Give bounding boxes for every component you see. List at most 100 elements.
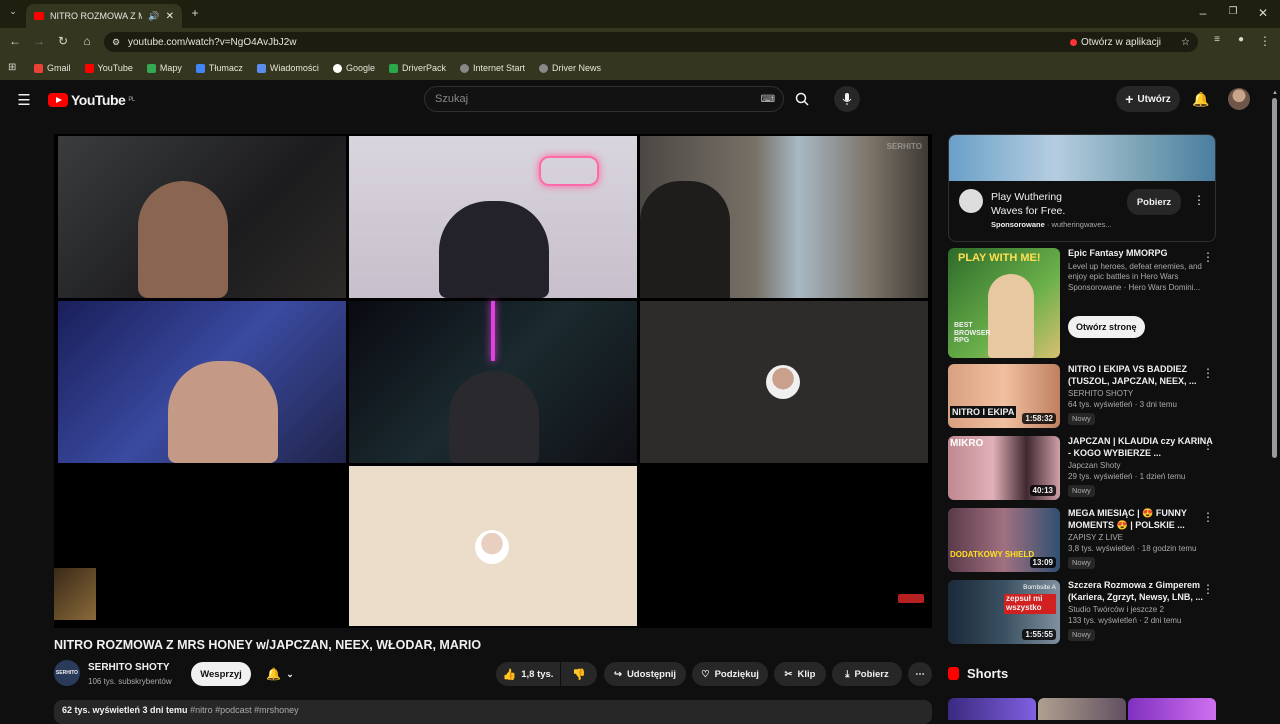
recommendation-item[interactable]: PLAY WITH ME! BEST BROWSER RPG Epic Fant… — [948, 248, 1216, 358]
open-page-button[interactable]: Otwórz stronę — [1068, 316, 1145, 339]
video-thumbnail[interactable]: DODATKOWY SHIELD 13:09 — [948, 508, 1060, 572]
recommendation-meta: 29 tys. wyświetleń · 1 dzień temu — [1068, 472, 1186, 482]
bookmark-driver-news[interactable]: Driver News — [539, 63, 601, 73]
more-actions-button[interactable]: ⋯ — [908, 662, 932, 686]
youtube-logo[interactable]: YouTube PL — [48, 92, 135, 108]
video-thumbnail[interactable]: Bombsite A zepsuł mi wszystko 1:55:55 — [948, 580, 1060, 644]
dislike-button[interactable]: 👎 — [561, 662, 597, 686]
bookmark-news[interactable]: Wiadomości — [256, 63, 319, 73]
more-vertical-icon[interactable]: ⋮ — [1193, 193, 1205, 207]
create-button[interactable]: + Utwórz — [1116, 86, 1180, 112]
voice-search-button[interactable] — [834, 86, 860, 112]
forward-icon[interactable]: → — [32, 34, 46, 48]
scrollbar-up-icon[interactable]: ▲ — [1272, 90, 1278, 96]
close-window-icon[interactable]: ✕ — [1256, 6, 1270, 20]
clip-button[interactable]: ✂ Klip — [774, 662, 826, 686]
bookmark-star-icon[interactable]: ☆ — [1181, 37, 1190, 48]
reload-icon[interactable]: ↻ — [56, 34, 70, 48]
video-thumbnail[interactable]: NITRO I EKIPA 1:58:32 — [948, 364, 1060, 428]
bookmark-internet-start[interactable]: Internet Start — [459, 63, 525, 73]
search-button[interactable] — [789, 86, 815, 112]
apps-icon[interactable]: ⊞ — [8, 62, 16, 73]
translate-icon — [195, 63, 205, 73]
video-thumbnail[interactable]: MIKRO 40:13 — [948, 436, 1060, 500]
more-vertical-icon[interactable]: ⋮ — [1202, 438, 1214, 452]
recommendation-info: Epic Fantasy MMORPG Level up heroes, def… — [1068, 248, 1216, 358]
bookmark-label: Tłumacz — [208, 63, 243, 73]
channel-name[interactable]: SERHITO SHOTY — [88, 662, 170, 673]
recommendation-title: NITRO I EKIPA VS BADDIEZ (TUSZOL, JAPCZA… — [1068, 364, 1197, 386]
bookmark-google[interactable]: Google — [332, 63, 375, 73]
address-bar[interactable]: ⚙ youtube.com/watch?v=NgO4AvJbJ2w Otwórz… — [104, 32, 1198, 52]
description-box[interactable]: 62 tys. wyświetleń 3 dni temu #nitro #po… — [54, 700, 932, 724]
home-icon[interactable]: ⌂ — [80, 34, 94, 48]
share-button[interactable]: ↪ Udostępnij — [604, 662, 686, 686]
recommendation-channel[interactable]: ZAPISY Z LIVE — [1068, 533, 1216, 544]
bookmark-translate[interactable]: Tłumacz — [195, 63, 243, 73]
notifications-bell-icon[interactable]: 🔔 — [1192, 91, 1209, 108]
site-info-icon[interactable]: ⚙ — [112, 37, 120, 48]
recommendation-channel[interactable]: Studio Twórców i jeszcze 2 — [1068, 605, 1216, 616]
scrollbar-thumb[interactable] — [1272, 98, 1277, 458]
new-badge: Nowy — [1068, 628, 1095, 642]
ad-download-button[interactable]: Pobierz — [1127, 189, 1181, 215]
account-avatar[interactable] — [1228, 88, 1250, 110]
hamburger-menu-icon[interactable]: ☰ — [16, 91, 32, 109]
profile-icon[interactable]: ● — [1234, 34, 1248, 45]
bookmark-youtube[interactable]: YouTube — [84, 63, 133, 73]
video-duration: 1:58:32 — [1022, 413, 1056, 424]
url-text: youtube.com/watch?v=NgO4AvJbJ2w — [128, 36, 297, 48]
scissors-icon: ✂ — [784, 668, 793, 680]
thumb-caption: PLAY WITH ME! — [958, 252, 1041, 264]
recommendation-channel[interactable]: Japczan Shoty — [1068, 461, 1216, 472]
bookmark-label: Driver News — [552, 63, 602, 73]
bookmark-maps[interactable]: Mapy — [146, 63, 182, 73]
audio-icon[interactable]: 🔊 — [148, 11, 159, 22]
support-button[interactable]: Wesprzyj — [191, 662, 251, 686]
recommendation-item[interactable]: Bombsite A zepsuł mi wszystko 1:55:55 Sz… — [948, 580, 1216, 644]
more-vertical-icon[interactable]: ⋮ — [1202, 366, 1214, 380]
video-player[interactable]: SERHITO — [54, 134, 932, 628]
new-tab-icon[interactable]: + — [188, 6, 202, 20]
tab-close-icon[interactable]: ✕ — [166, 11, 174, 22]
recommendation-item[interactable]: MIKRO 40:13 JAPCZAN | KLAUDIA czy KARINA… — [948, 436, 1216, 500]
shorts-heading[interactable]: Shorts — [948, 666, 1008, 681]
search-input[interactable]: Szukaj ⌨ — [424, 86, 784, 112]
recommendation-item[interactable]: NITRO I EKIPA 1:58:32 NITRO I EKIPA VS B… — [948, 364, 1216, 428]
bookmark-driverpack[interactable]: DriverPack — [388, 63, 446, 73]
thumb-caption: NITRO I EKIPA — [950, 406, 1017, 418]
download-button[interactable]: ⤓ Pobierz — [832, 662, 902, 686]
tab-search-icon[interactable]: ⌄ — [4, 6, 22, 22]
ad-domain: wutheringwaves... — [1051, 220, 1112, 229]
subscribed-notifications-button[interactable]: 🔔 ⌄ — [256, 662, 304, 686]
bookmark-gmail[interactable]: Gmail — [34, 63, 71, 73]
recommendation-item[interactable]: DODATKOWY SHIELD 13:09 MEGA MIESIĄC | 😍 … — [948, 508, 1216, 572]
open-in-app-button[interactable]: Otwórz w aplikacji — [1070, 37, 1161, 48]
more-vertical-icon[interactable]: ⋮ — [1202, 510, 1214, 524]
streamer-figure — [439, 201, 549, 298]
active-tab[interactable]: NITRO ROZMOWA Z MRS H 🔊 ✕ — [26, 4, 182, 28]
like-button[interactable]: 👍 1,8 tys. — [496, 662, 560, 686]
youtube-button-icon[interactable] — [898, 594, 924, 603]
hashtags[interactable]: #nitro #podcast #mrshoney — [190, 705, 299, 715]
keyboard-icon[interactable]: ⌨ — [761, 94, 775, 105]
minimize-icon[interactable]: – — [1196, 6, 1210, 20]
sponsored-label: Sponsorowane — [991, 220, 1045, 229]
shorts-thumbnail[interactable] — [1128, 698, 1216, 720]
shorts-thumbnail[interactable] — [948, 698, 1036, 720]
shorts-thumbnail[interactable] — [1038, 698, 1126, 720]
recommendation-info: MEGA MIESIĄC | 😍 FUNNY MOMENTS 😍 | POLSK… — [1068, 508, 1216, 572]
back-icon[interactable]: ← — [8, 34, 22, 48]
menu-icon[interactable]: ⋮ — [1258, 34, 1272, 48]
maximize-icon[interactable]: ❐ — [1226, 6, 1240, 17]
video-thumbnail[interactable]: PLAY WITH ME! BEST BROWSER RPG — [948, 248, 1060, 358]
reading-list-icon[interactable]: ≡ — [1210, 34, 1224, 45]
more-vertical-icon[interactable]: ⋮ — [1202, 582, 1214, 596]
recommendation-channel[interactable]: SERHITO SHOTY — [1068, 389, 1216, 400]
channel-avatar[interactable]: SERHITO — [54, 660, 80, 686]
more-vertical-icon[interactable]: ⋮ — [1202, 250, 1214, 264]
recommendation-meta: 133 tys. wyświetleń · 2 dni temu — [1068, 616, 1182, 626]
page-scrollbar[interactable]: ▲ — [1272, 90, 1278, 720]
sponsored-ad-card[interactable]: Play Wuthering Waves for Free. Sponsorow… — [948, 134, 1216, 242]
thanks-button[interactable]: ♡ Podziękuj — [692, 662, 768, 686]
